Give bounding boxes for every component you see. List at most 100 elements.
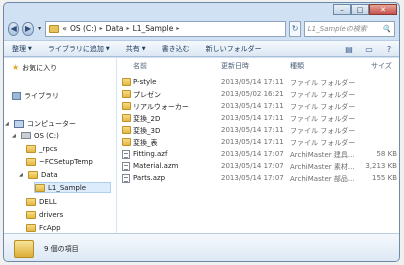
nav-favorites[interactable]: ★ お気に入り bbox=[12, 62, 57, 73]
file-date: 2013/05/14 17:07 bbox=[221, 174, 284, 182]
nav-favorites-label: お気に入り bbox=[22, 63, 58, 72]
table-row[interactable]: リアルウォーカー 2013/05/14 17:11 ファイル フォルダー bbox=[121, 101, 399, 112]
column-header-type[interactable]: 種類 bbox=[290, 61, 304, 72]
nav-folder-fcapp[interactable]: FcApp bbox=[26, 222, 61, 233]
file-type: ArchiMaster 部品... bbox=[290, 175, 355, 183]
file-icon bbox=[122, 162, 130, 171]
nav-folder-fcsetuptemp[interactable]: ~FCSetupTemp bbox=[26, 156, 93, 167]
add-to-library-button[interactable]: ライブラリに追加 ▼ bbox=[48, 44, 110, 54]
nav-drive-c[interactable]: ◢ OS (C:) bbox=[12, 130, 59, 141]
folder-icon bbox=[28, 170, 38, 179]
breadcrumb-separator[interactable]: ▸ bbox=[176, 25, 179, 32]
file-type: ファイル フォルダー bbox=[290, 91, 356, 99]
drive-icon bbox=[21, 132, 31, 139]
nav-folder-drivers[interactable]: drivers bbox=[26, 209, 63, 220]
folder-icon bbox=[122, 78, 131, 86]
folder-icon bbox=[49, 24, 60, 33]
minimize-button[interactable]: – bbox=[333, 4, 351, 15]
help-icon[interactable]: ? bbox=[383, 43, 395, 55]
folder-icon bbox=[122, 126, 131, 134]
file-name: Material.azm bbox=[133, 162, 179, 170]
nav-folder-rpcs[interactable]: _rpcs bbox=[26, 143, 57, 154]
recent-locations-dropdown[interactable]: ▾ bbox=[37, 22, 43, 36]
close-button[interactable]: ✕ bbox=[369, 4, 397, 15]
file-name: Parts.azp bbox=[133, 174, 166, 182]
search-input[interactable]: L1_Sampleの検索 🔍 bbox=[303, 20, 395, 37]
burn-button[interactable]: 書き込む bbox=[162, 44, 190, 54]
file-type: ファイル フォルダー bbox=[290, 79, 356, 87]
window-controls: – □ ✕ bbox=[333, 4, 397, 15]
organize-button[interactable]: 整理 ▼ bbox=[12, 44, 32, 54]
nav-computer[interactable]: ◢ コンピューター bbox=[5, 118, 76, 129]
column-header-size[interactable]: サイズ bbox=[371, 61, 392, 72]
file-type: ファイル フォルダー bbox=[290, 103, 356, 111]
breadcrumb-l1-sample[interactable]: L1_Sample bbox=[133, 24, 174, 33]
nav-folder-label: FcApp bbox=[39, 223, 61, 232]
table-row[interactable]: 変換_3D 2013/05/14 17:11 ファイル フォルダー bbox=[121, 125, 399, 136]
view-options-icon[interactable]: ▤ bbox=[343, 43, 355, 55]
table-row[interactable]: 変換_表 2013/05/14 17:11 ファイル フォルダー bbox=[121, 137, 399, 148]
folder-icon bbox=[26, 144, 36, 153]
file-date: 2013/05/14 17:11 bbox=[221, 114, 284, 122]
refresh-icon[interactable]: ↻ bbox=[289, 20, 301, 37]
breadcrumb-drive[interactable]: OS (C:) bbox=[70, 24, 97, 33]
nav-folder-label: L1_Sample bbox=[48, 183, 87, 192]
maximize-button[interactable]: □ bbox=[351, 4, 369, 15]
file-name: P-style bbox=[133, 78, 157, 86]
file-name: 変換_表 bbox=[133, 139, 158, 147]
expand-arrow-icon[interactable]: ◢ bbox=[19, 172, 25, 178]
add-to-library-label: ライブラリに追加 bbox=[47, 44, 104, 53]
address-bar[interactable]: « OS (C:) ▸ Data ▸ L1_Sample ▸ bbox=[45, 20, 287, 37]
nav-libraries[interactable]: ライブラリ bbox=[12, 90, 59, 101]
address-prefix[interactable]: « bbox=[62, 24, 67, 33]
breadcrumb-separator[interactable]: ▸ bbox=[127, 25, 130, 32]
navigation-pane[interactable]: ★ お気に入り ライブラリ ◢ コンピューター ◢ OS (C:) _rpcs bbox=[4, 58, 117, 233]
file-icon bbox=[122, 150, 130, 159]
nav-folder-l1-sample[interactable]: L1_Sample bbox=[34, 182, 111, 193]
nav-folder-data[interactable]: ◢ Data bbox=[19, 169, 58, 180]
column-header-date[interactable]: 更新日時 bbox=[221, 61, 249, 72]
file-size: 155 KB bbox=[372, 174, 397, 182]
file-name: Fitting.azf bbox=[133, 150, 168, 158]
table-row[interactable]: Fitting.azf 2013/05/14 17:07 ArchiMaster… bbox=[121, 149, 399, 160]
table-row[interactable]: Parts.azp 2013/05/14 17:07 ArchiMaster 部… bbox=[121, 173, 399, 184]
nav-libraries-label: ライブラリ bbox=[24, 91, 59, 100]
table-row[interactable]: Material.azm 2013/05/14 17:07 ArchiMaste… bbox=[121, 161, 399, 172]
breadcrumb-separator[interactable]: ▸ bbox=[100, 25, 103, 32]
library-icon bbox=[12, 91, 21, 100]
nav-folder-label: _rpcs bbox=[39, 144, 58, 153]
folder-icon bbox=[122, 114, 131, 122]
search-icon[interactable]: 🔍 bbox=[382, 25, 391, 33]
table-row[interactable]: 変換_2D 2013/05/14 17:11 ファイル フォルダー bbox=[121, 113, 399, 124]
file-size: 58 KB bbox=[376, 150, 397, 158]
folder-icon bbox=[26, 223, 36, 232]
file-date: 2013/05/02 16:21 bbox=[221, 90, 284, 98]
expand-arrow-icon[interactable]: ◢ bbox=[12, 133, 18, 139]
table-row[interactable]: プレゼン 2013/05/02 16:21 ファイル フォルダー bbox=[121, 89, 399, 100]
table-row[interactable]: P-style 2013/05/14 17:11 ファイル フォルダー bbox=[121, 77, 399, 88]
chevron-down-icon: ▼ bbox=[141, 45, 146, 52]
new-folder-button[interactable]: 新しいフォルダー bbox=[206, 44, 262, 54]
folder-icon bbox=[26, 210, 36, 219]
new-folder-label: 新しいフォルダー bbox=[205, 44, 262, 53]
file-list: 名前 更新日時 種類 サイズ P-style 2013/05/14 17:11 … bbox=[121, 58, 399, 233]
folder-icon bbox=[35, 183, 45, 192]
file-date: 2013/05/14 17:11 bbox=[221, 126, 284, 134]
nav-folder-dell[interactable]: DELL bbox=[26, 196, 57, 207]
folder-icon bbox=[122, 138, 131, 146]
file-date: 2013/05/14 17:11 bbox=[221, 102, 284, 110]
preview-pane-icon[interactable]: ▭ bbox=[363, 43, 375, 55]
expand-arrow-icon[interactable]: ◢ bbox=[5, 121, 11, 127]
folder-icon bbox=[122, 90, 131, 98]
breadcrumb-data[interactable]: Data bbox=[106, 24, 124, 33]
nav-folder-label: DELL bbox=[39, 197, 57, 206]
view-controls: ▤ ▭ ? bbox=[343, 43, 395, 55]
forward-arrow-icon[interactable]: ▶ bbox=[22, 21, 34, 36]
chevron-down-icon: ▼ bbox=[28, 45, 32, 52]
chevron-down-icon: ▼ bbox=[105, 45, 110, 52]
back-arrow-icon[interactable]: ◀ bbox=[8, 21, 20, 36]
file-date: 2013/05/14 17:07 bbox=[221, 162, 284, 170]
column-header-name[interactable]: 名前 bbox=[133, 61, 147, 72]
share-button[interactable]: 共有 ▼ bbox=[126, 44, 146, 54]
file-name: プレゼン bbox=[133, 91, 161, 99]
